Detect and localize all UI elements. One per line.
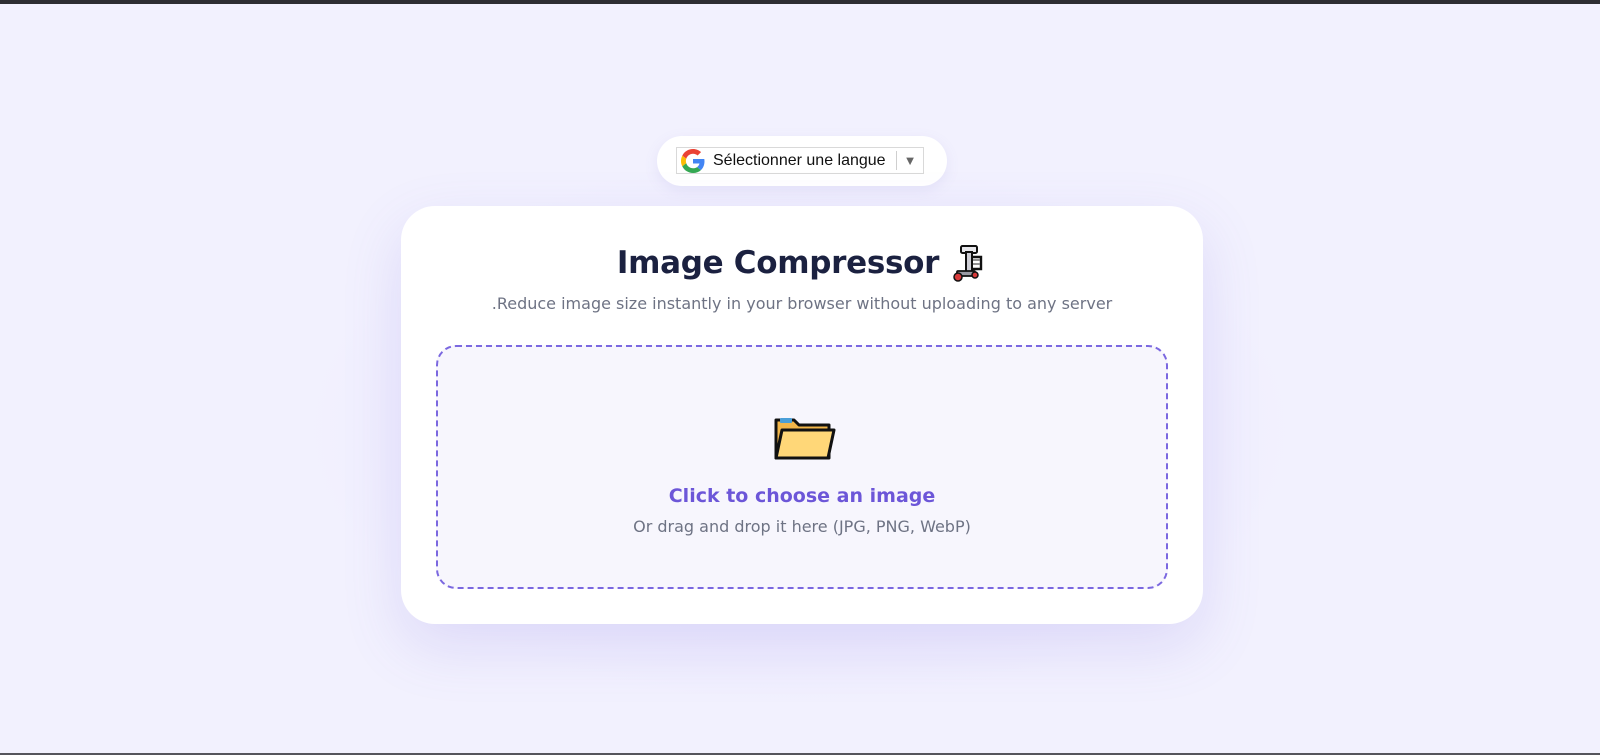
page-title: Image Compressor [616,245,940,281]
google-g-icon [681,148,705,173]
title-row: Image Compressor [401,244,1203,282]
chevron-down-icon: ▼ [896,151,923,170]
clamp-icon [953,245,983,282]
choose-image-link[interactable]: Click to choose an image [438,485,1166,507]
page-subtitle: .Reduce image size instantly in your bro… [491,294,1113,313]
window-top-edge [0,0,1600,4]
dropzone-hint: Or drag and drop it here (JPG, PNG, WebP… [633,517,971,536]
folder-icon [774,418,836,460]
image-dropzone[interactable]: Click to choose an image Or drag and dro… [436,345,1168,589]
language-select[interactable]: Sélectionner une langue ▼ [676,147,924,174]
compressor-card: Image Compressor .Reduce image size inst… [401,206,1203,624]
language-select-label: Sélectionner une langue [713,151,886,169]
